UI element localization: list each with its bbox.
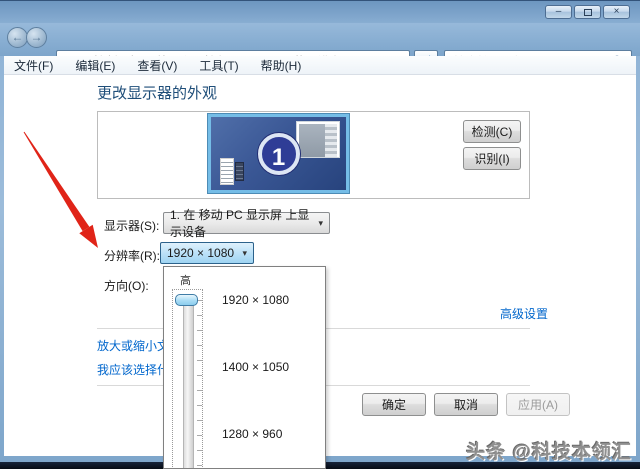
resolution-slider[interactable] bbox=[172, 289, 203, 468]
monitor-preview[interactable]: 1 bbox=[207, 113, 350, 194]
advanced-settings-link[interactable]: 高级设置 bbox=[500, 305, 548, 322]
watermark: 头条 @科技本领汇 bbox=[466, 442, 632, 463]
slider-ticks bbox=[197, 300, 202, 468]
forward-arrow-icon: → bbox=[30, 30, 43, 44]
navigation-bar: ← → ▸ 控制面板 ▸ 外观和个性化 ▸ 显示 ▸ 屏幕分辨率 ▾ bbox=[0, 23, 640, 73]
close-icon: × bbox=[613, 6, 620, 17]
monitor-window-sidebar bbox=[325, 124, 337, 157]
forward-button[interactable]: → bbox=[26, 27, 47, 48]
monitor-taskbar-icon bbox=[235, 162, 244, 181]
slider-high-label: 高 bbox=[180, 275, 191, 287]
title-bar[interactable]: – × bbox=[0, 1, 640, 23]
monitor-window-thumbnail bbox=[296, 121, 340, 158]
slider-thumb[interactable] bbox=[175, 294, 198, 306]
back-button[interactable]: ← bbox=[7, 27, 28, 48]
resolution-option[interactable]: 1280 × 960 bbox=[222, 427, 282, 441]
resolution-select-value: 1920 × 1080 bbox=[167, 246, 235, 260]
monitor-list-icon bbox=[220, 158, 234, 185]
menu-view[interactable]: 查看(V) bbox=[137, 57, 177, 74]
display-select-value: 1. 在 移动 PC 显示屏 上显示设备 bbox=[170, 208, 310, 239]
resolution-popup: 高 1920 × 1080 1400 × 1050 1280 × 960 bbox=[163, 266, 326, 469]
slider-track[interactable] bbox=[183, 298, 194, 468]
back-arrow-icon: ← bbox=[11, 30, 24, 44]
minimize-button[interactable]: – bbox=[545, 5, 572, 19]
resolution-select[interactable]: 1920 × 1080 ▾ bbox=[160, 242, 254, 264]
screenshot-root: – × ← → ▸ 控制面板 ▸ 外观和个性化 ▸ 显示 ▸ 屏幕分辨率 ▾ bbox=[0, 0, 640, 469]
cancel-button[interactable]: 取消 bbox=[434, 393, 498, 416]
detect-button[interactable]: 检测(C) bbox=[463, 120, 521, 143]
minimize-icon: – bbox=[555, 6, 562, 17]
menu-bar: 文件(F) 编辑(E) 查看(V) 工具(T) 帮助(H) bbox=[4, 56, 636, 75]
resolution-option[interactable]: 1920 × 1080 bbox=[222, 293, 289, 307]
resolution-option[interactable]: 1400 × 1050 bbox=[222, 360, 289, 374]
maximize-icon bbox=[583, 9, 592, 16]
page-title: 更改显示器的外观 bbox=[97, 85, 218, 102]
orientation-label: 方向(O): bbox=[104, 279, 149, 293]
monitor-window-pane bbox=[299, 124, 325, 157]
chevron-down-icon: ▾ bbox=[242, 247, 247, 258]
menu-tools[interactable]: 工具(T) bbox=[199, 57, 238, 74]
caption-buttons: – × bbox=[545, 5, 630, 19]
menu-file[interactable]: 文件(F) bbox=[14, 57, 53, 74]
maximize-button[interactable] bbox=[574, 5, 601, 19]
identify-button[interactable]: 识别(I) bbox=[463, 147, 521, 170]
ok-button[interactable]: 确定 bbox=[362, 393, 426, 416]
display-label: 显示器(S): bbox=[104, 219, 160, 233]
menu-edit[interactable]: 编辑(E) bbox=[75, 57, 115, 74]
close-button[interactable]: × bbox=[603, 5, 630, 19]
chevron-down-icon: ▾ bbox=[318, 217, 323, 228]
display-select[interactable]: 1. 在 移动 PC 显示屏 上显示设备 ▾ bbox=[163, 208, 330, 239]
resolution-label: 分辨率(R): bbox=[104, 249, 160, 263]
apply-button: 应用(A) bbox=[506, 393, 570, 416]
monitor-number-badge: 1 bbox=[257, 132, 300, 175]
menu-help[interactable]: 帮助(H) bbox=[261, 57, 302, 74]
